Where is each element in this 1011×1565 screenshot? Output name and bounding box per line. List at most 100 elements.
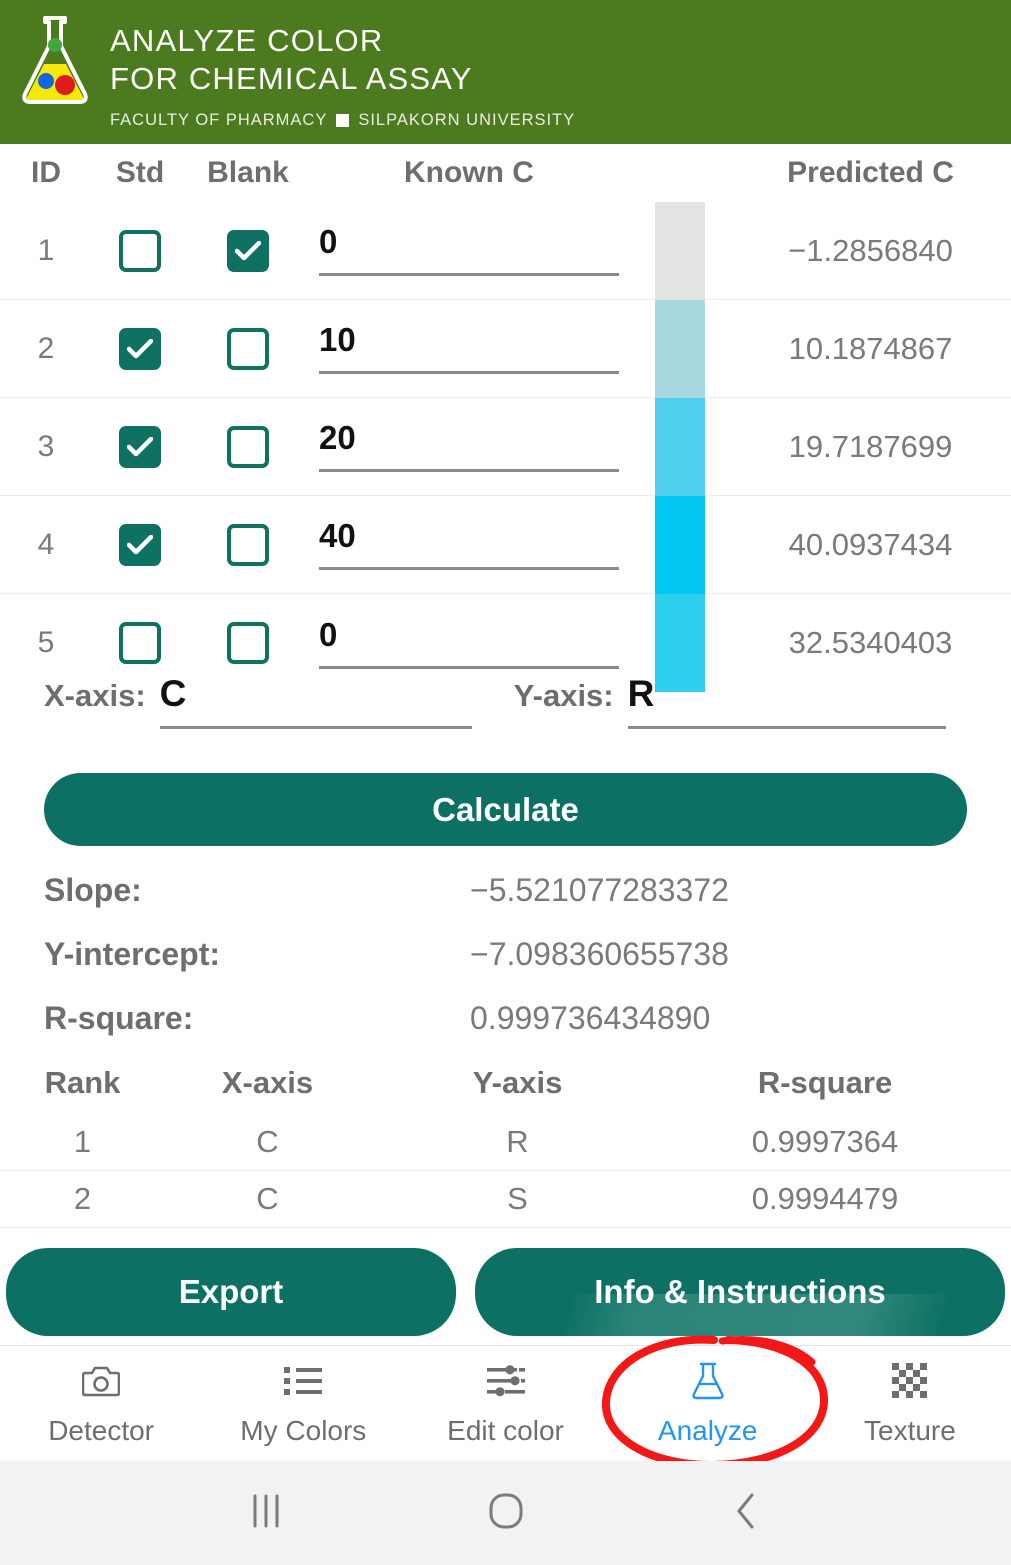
r-square-value: 0.999736434890: [470, 1000, 710, 1037]
y-axis-label: Y-axis:: [514, 678, 614, 714]
blank-checkbox[interactable]: [227, 426, 269, 468]
rank-value: 2: [0, 1181, 165, 1217]
table-row[interactable]: 2 C S 0.9994479: [0, 1171, 1011, 1228]
std-checkbox[interactable]: [119, 622, 161, 664]
tab-label: Detector: [48, 1415, 154, 1447]
tab-label: My Colors: [240, 1415, 366, 1447]
known-c-input[interactable]: 40: [319, 519, 619, 570]
row-id: 3: [0, 430, 92, 464]
std-checkbox[interactable]: [119, 328, 161, 370]
subtitle-faculty: FACULTY OF PHARMACY: [110, 111, 327, 130]
std-checkbox-cell: [92, 426, 188, 468]
sliders-icon: [486, 1361, 526, 1401]
app-header: ANALYZE COLOR FOR CHEMICAL ASSAY FACULTY…: [0, 0, 1011, 144]
blank-checkbox[interactable]: [227, 328, 269, 370]
color-swatch: [655, 300, 705, 398]
rank-r-square: 0.9997364: [665, 1124, 985, 1160]
recents-button[interactable]: [146, 1493, 386, 1534]
home-icon: [488, 1492, 524, 1535]
known-c-input[interactable]: 0: [319, 618, 619, 669]
known-c-cell: 40: [308, 519, 630, 570]
rank-column-header-x-axis: X-axis: [165, 1065, 370, 1101]
y-axis-value[interactable]: R: [628, 672, 946, 726]
check-icon: [127, 535, 153, 555]
app-title-line2: FOR CHEMICAL ASSAY: [110, 60, 575, 98]
blank-checkbox[interactable]: [227, 622, 269, 664]
blank-checkbox-cell: [188, 524, 308, 566]
export-button[interactable]: Export: [6, 1248, 456, 1336]
row-id: 2: [0, 332, 92, 366]
color-swatch-cell: [630, 300, 730, 398]
color-swatch: [655, 496, 705, 594]
blank-checkbox-cell: [188, 230, 308, 272]
info-instructions-button[interactable]: Info & Instructions: [475, 1248, 1005, 1336]
info-button-label: Info & Instructions: [594, 1273, 886, 1311]
x-axis-field: C: [160, 672, 472, 729]
predicted-c-value: 32.5340403: [730, 625, 1011, 661]
tab-label: Texture: [864, 1415, 956, 1447]
x-axis-selector[interactable]: X-axis: C: [44, 672, 472, 729]
flask-icon: [691, 1361, 725, 1401]
tab-label: Edit color: [447, 1415, 564, 1447]
y-axis-field: R: [628, 672, 946, 729]
std-checkbox-cell: [92, 622, 188, 664]
known-c-cell: 0: [308, 225, 630, 276]
rank-r-square: 0.9994479: [665, 1181, 985, 1217]
rank-x-axis: C: [165, 1181, 370, 1217]
blank-checkbox-cell: [188, 426, 308, 468]
blank-checkbox[interactable]: [227, 524, 269, 566]
known-c-input[interactable]: 10: [319, 323, 619, 374]
column-header-blank: Blank: [188, 156, 308, 190]
std-checkbox-cell: [92, 328, 188, 370]
table-row: 2 10 10.1874867: [0, 300, 1011, 398]
known-c-input[interactable]: 20: [319, 421, 619, 472]
color-swatch: [655, 398, 705, 496]
tab-texture[interactable]: Texture: [809, 1361, 1011, 1447]
y-axis-selector[interactable]: Y-axis: R: [514, 672, 946, 729]
system-navigation-bar: [0, 1461, 1011, 1565]
column-header-id: ID: [0, 156, 92, 190]
tab-detector[interactable]: Detector: [0, 1361, 202, 1447]
calculate-button[interactable]: Calculate: [44, 773, 967, 846]
app-screen: ANALYZE COLOR FOR CHEMICAL ASSAY FACULTY…: [0, 0, 1011, 1565]
known-c-input[interactable]: 0: [319, 225, 619, 276]
std-checkbox-cell: [92, 230, 188, 272]
stat-row-r-square: R-square: 0.999736434890: [0, 986, 1011, 1050]
x-axis-value[interactable]: C: [160, 672, 472, 726]
axis-selector-row: X-axis: C Y-axis: R: [0, 672, 1011, 772]
table-row: 1 0 −1.2856840: [0, 202, 1011, 300]
rank-x-axis: C: [165, 1124, 370, 1160]
check-icon: [127, 437, 153, 457]
tab-analyze[interactable]: Analyze: [607, 1361, 809, 1447]
header-text-block: ANALYZE COLOR FOR CHEMICAL ASSAY FACULTY…: [110, 0, 575, 130]
slope-label: Slope:: [0, 872, 470, 909]
measurement-table: ID Std Blank Known C Predicted C 1 0: [0, 144, 1011, 692]
std-checkbox[interactable]: [119, 426, 161, 468]
table-row: 4 40 40.0937434: [0, 496, 1011, 594]
rank-y-axis: S: [370, 1181, 665, 1217]
rank-column-header-y-axis: Y-axis: [370, 1065, 665, 1101]
color-swatch: [655, 202, 705, 300]
blank-checkbox[interactable]: [227, 230, 269, 272]
row-id: 4: [0, 528, 92, 562]
known-c-cell: 0: [308, 618, 630, 669]
predicted-c-value: −1.2856840: [730, 233, 1011, 269]
subtitle-separator-icon: [336, 114, 349, 127]
back-button[interactable]: [626, 1492, 866, 1535]
std-checkbox[interactable]: [119, 524, 161, 566]
stat-row-y-intercept: Y-intercept: −7.098360655738: [0, 922, 1011, 986]
tab-edit-color[interactable]: Edit color: [404, 1361, 606, 1447]
checkerboard-icon: [892, 1361, 928, 1401]
app-title-line1: ANALYZE COLOR: [110, 22, 575, 60]
home-button[interactable]: [386, 1492, 626, 1535]
tab-my-colors[interactable]: My Colors: [202, 1361, 404, 1447]
bottom-tab-bar: Detector My Colors Edit color Analyze: [0, 1345, 1011, 1461]
y-intercept-label: Y-intercept:: [0, 936, 470, 973]
table-row[interactable]: 1 C R 0.9997364: [0, 1114, 1011, 1171]
slope-value: −5.521077283372: [470, 872, 729, 909]
std-checkbox[interactable]: [119, 230, 161, 272]
column-header-std: Std: [92, 156, 188, 190]
rank-value: 1: [0, 1124, 165, 1160]
predicted-c-value: 40.0937434: [730, 527, 1011, 563]
check-icon: [235, 241, 261, 261]
